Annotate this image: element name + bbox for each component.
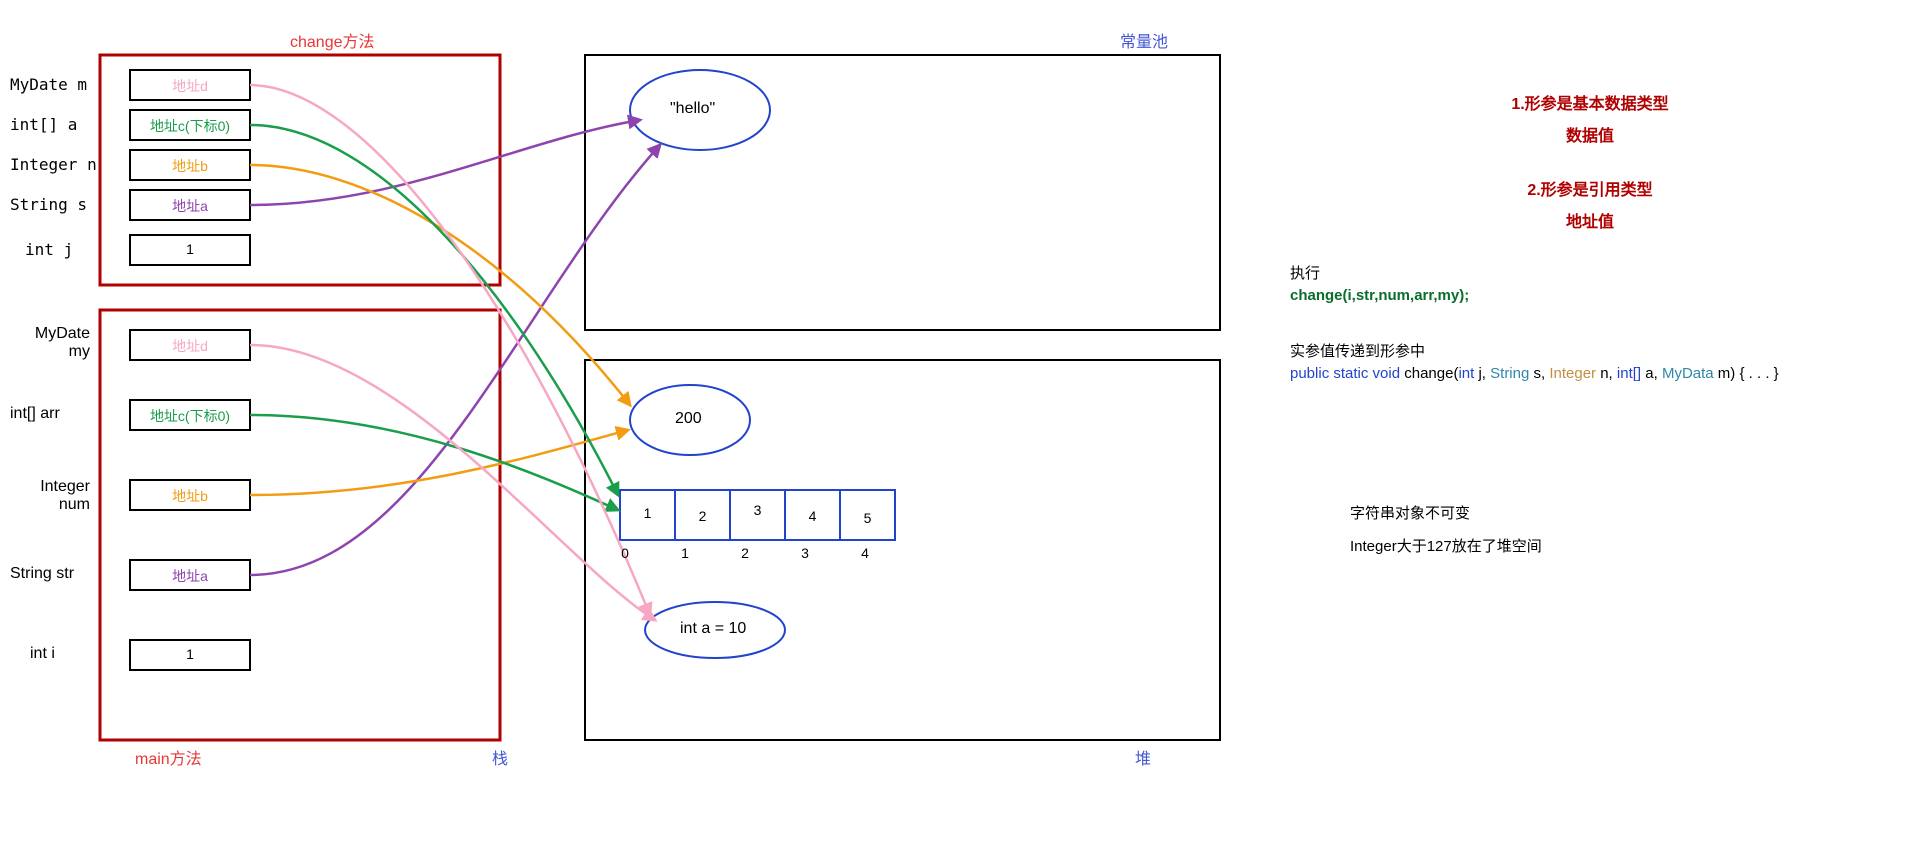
main-box-str-text: 地址a <box>130 566 250 586</box>
array-idx-3: 3 <box>795 545 815 561</box>
label-main-i: int i <box>30 645 55 663</box>
label-change-n: Integer n <box>10 155 97 174</box>
array-val-0: 1 <box>620 505 675 521</box>
main-frame <box>100 310 500 740</box>
sig-p5: MyData <box>1662 365 1714 382</box>
right-panel: 1.形参是基本数据类型 数据值 2.形参是引用类型 地址值 执行 change(… <box>1290 0 1890 556</box>
sig-p3n: n, <box>1596 365 1617 382</box>
const-pool-title: 常量池 <box>1120 28 1168 52</box>
arrow-change-m-mydate <box>250 85 650 615</box>
change-box-a-text: 地址c(下标0) <box>130 116 250 136</box>
array-val-2: 3 <box>730 502 785 518</box>
sig-p1: int <box>1458 365 1474 382</box>
sig-p4: int[] <box>1617 365 1641 382</box>
change-box-j-text: 1 <box>130 241 250 257</box>
arrow-main-arr-arr <box>250 415 618 510</box>
array-idx-0: 0 <box>615 545 635 561</box>
main-box-num-text: 地址b <box>130 486 250 506</box>
arrow-change-s-hello <box>250 120 640 205</box>
heading-2: 2.形参是引用类型 <box>1290 176 1890 200</box>
label-change-m: MyDate m <box>10 75 87 94</box>
hello-text: "hello" <box>670 100 715 118</box>
label-main-str: String str <box>10 565 74 583</box>
sig-prefix: public static void <box>1290 365 1400 382</box>
change-box-n-text: 地址b <box>130 156 250 176</box>
label-change-j: int j <box>25 240 73 259</box>
heading-2b: 地址值 <box>1290 208 1890 232</box>
sig-p2n: s, <box>1529 365 1549 382</box>
heading-1b: 数据值 <box>1290 122 1890 146</box>
label-main-my: MyDate my <box>10 325 90 361</box>
arrow-main-my-mydate <box>250 345 655 620</box>
inta-text: int a = 10 <box>680 620 746 638</box>
stack-title: 栈 <box>492 745 508 769</box>
main-box-i-text: 1 <box>130 646 250 662</box>
change-box-s-text: 地址a <box>130 196 250 216</box>
call-line: change(i,str,num,arr,my); <box>1290 287 1890 304</box>
array-idx-1: 1 <box>675 545 695 561</box>
label-main-arr: int[] arr <box>10 405 60 423</box>
exec-label: 执行 <box>1290 262 1890 283</box>
note-2: Integer大于127放在了堆空间 <box>1350 535 1890 556</box>
array-val-4: 5 <box>840 510 895 526</box>
sig-p4n: a, <box>1641 365 1662 382</box>
sig-name: change <box>1400 365 1453 382</box>
signature-line: public static void change(int j, String … <box>1290 365 1890 382</box>
heap-title: 堆 <box>1135 745 1151 769</box>
change-title: change方法 <box>290 28 375 52</box>
sig-p2: String <box>1490 365 1529 382</box>
200-text: 200 <box>675 410 702 428</box>
array-idx-4: 4 <box>855 545 875 561</box>
pass-desc: 实参值传递到形参中 <box>1290 340 1890 361</box>
array-idx-2: 2 <box>735 545 755 561</box>
sig-p1n: j, <box>1474 365 1490 382</box>
sig-p5n: m) { . . . } <box>1714 365 1779 382</box>
change-box-m-text: 地址d <box>130 76 250 96</box>
const-pool-box <box>585 55 1220 330</box>
heading-1: 1.形参是基本数据类型 <box>1290 90 1890 114</box>
array-val-1: 2 <box>675 508 730 524</box>
array-val-3: 4 <box>785 508 840 524</box>
main-box-my-text: 地址d <box>130 336 250 356</box>
main-box-arr-text: 地址c(下标0) <box>130 406 250 426</box>
note-1: 字符串对象不可变 <box>1350 502 1890 523</box>
label-change-a: int[] a <box>10 115 77 134</box>
main-title: main方法 <box>135 745 202 769</box>
sig-p3: Integer <box>1549 365 1596 382</box>
label-change-s: String s <box>10 195 87 214</box>
label-main-num: Integer num <box>10 478 90 514</box>
